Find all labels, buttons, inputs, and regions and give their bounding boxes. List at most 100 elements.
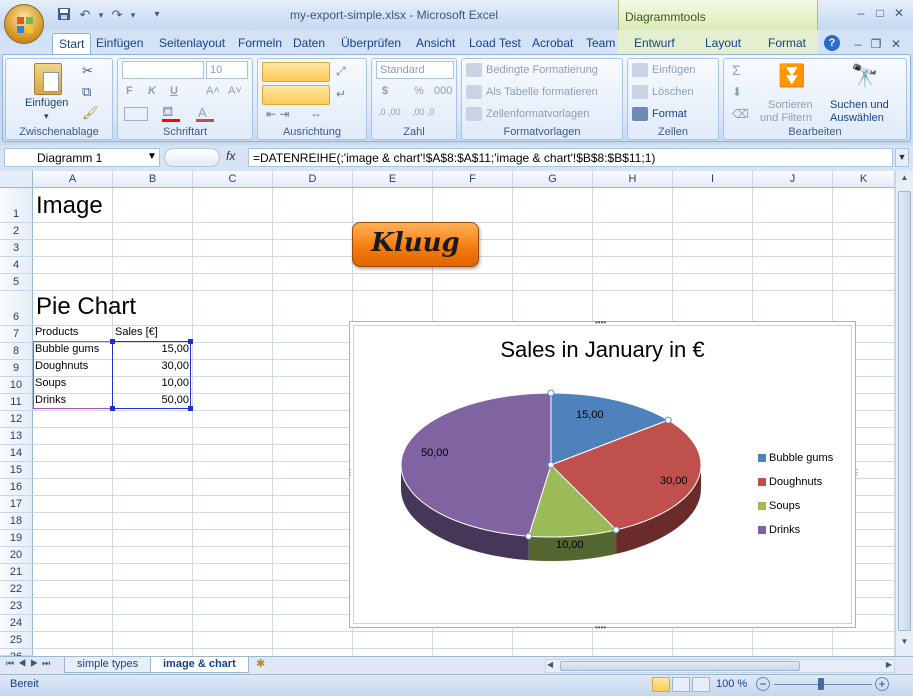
font-color-icon[interactable]: A	[198, 105, 207, 120]
doc-minimize-icon[interactable]: –	[850, 37, 866, 51]
row-header-25[interactable]: 25	[0, 632, 33, 649]
align-top-buttons[interactable]	[262, 62, 330, 82]
sort-filter-label-2[interactable]: und Filtern	[760, 112, 812, 124]
customize-toolbar-icon[interactable]: ▾	[148, 7, 166, 23]
decrease-decimal-icon[interactable]: ,00 ,0	[412, 107, 435, 117]
chart-resize-handle-bottom[interactable]: ••••	[595, 623, 606, 632]
row-header-2[interactable]: 2	[0, 223, 33, 240]
row-header-22[interactable]: 22	[0, 581, 33, 598]
save-icon[interactable]	[55, 7, 73, 23]
align-horizontal-buttons[interactable]	[262, 85, 330, 105]
shrink-font-icon[interactable]: A˅	[228, 85, 242, 97]
normal-view-icon[interactable]	[652, 677, 670, 692]
close-icon[interactable]: ✕	[891, 6, 907, 20]
row-header-18[interactable]: 18	[0, 513, 33, 530]
help-icon[interactable]: ?	[824, 35, 840, 51]
sheet-tab-image-chart[interactable]: image & chart	[150, 657, 249, 673]
row-header-1[interactable]: 1	[0, 188, 33, 223]
increase-decimal-icon[interactable]: ,0 ,00	[378, 107, 401, 117]
row-header-3[interactable]: 3	[0, 240, 33, 257]
row-header-11[interactable]: 11	[0, 394, 33, 411]
find-select-label-1[interactable]: Suchen und	[830, 99, 889, 111]
doc-restore-icon[interactable]: ❐	[868, 37, 884, 51]
cell-b7[interactable]: Sales [€]	[115, 326, 158, 338]
tab-start[interactable]: Start	[52, 33, 92, 54]
sheet-nav-icons[interactable]: ⏮◀▶⏭	[6, 658, 54, 669]
page-break-view-icon[interactable]	[692, 677, 710, 692]
column-header-e[interactable]: E	[353, 171, 433, 188]
range-handle[interactable]	[110, 406, 115, 411]
wrap-text-icon[interactable]: ↵	[336, 87, 346, 101]
name-box[interactable]: Diagramm 1	[4, 148, 160, 167]
find-select-label-2[interactable]: Auswählen	[830, 112, 884, 124]
format-cells-button[interactable]: Format	[652, 108, 687, 120]
font-name-field[interactable]	[122, 61, 204, 79]
row-header-17[interactable]: 17	[0, 496, 33, 513]
fx-icon[interactable]: fx	[226, 149, 235, 163]
tab-format[interactable]: Format	[762, 33, 812, 54]
range-handle[interactable]	[188, 406, 193, 411]
tab-team[interactable]: Team	[580, 33, 621, 54]
orientation-icon[interactable]: ⤢	[336, 64, 346, 79]
scroll-up-icon[interactable]: ▲	[898, 173, 911, 187]
thousands-icon[interactable]: 000	[434, 85, 452, 97]
merge-icon[interactable]: ⇔	[310, 107, 322, 121]
row-header-16[interactable]: 16	[0, 479, 33, 496]
insert-sheet-icon[interactable]: ✱	[256, 657, 265, 670]
row-header-15[interactable]: 15	[0, 462, 33, 479]
series-selection-handle[interactable]	[547, 461, 555, 469]
row-header-26[interactable]: 26	[0, 649, 33, 663]
row-header-10[interactable]: 10	[0, 377, 33, 394]
row-header-20[interactable]: 20	[0, 547, 33, 564]
cut-icon[interactable]: ✂	[82, 63, 93, 79]
paste-icon[interactable]	[34, 63, 62, 95]
column-header-h[interactable]: H	[593, 171, 673, 188]
tab-acrobat[interactable]: Acrobat	[526, 33, 579, 54]
row-header-24[interactable]: 24	[0, 615, 33, 632]
currency-icon[interactable]: $	[382, 85, 388, 97]
row-header-23[interactable]: 23	[0, 598, 33, 615]
tab-entwurf[interactable]: Entwurf	[628, 33, 681, 54]
copy-icon[interactable]: ⧉	[82, 84, 91, 100]
kluug-logo-image[interactable]: Kluug	[352, 222, 479, 267]
clear-icon[interactable]: ⌫	[732, 107, 749, 121]
tab-load-test[interactable]: Load Test	[463, 33, 527, 54]
scroll-down-icon[interactable]: ▼	[898, 637, 911, 651]
row-header-21[interactable]: 21	[0, 564, 33, 581]
column-header-f[interactable]: F	[433, 171, 513, 188]
cell-styles-button[interactable]: Zellenformatvorlagen	[486, 108, 589, 120]
tab-ueberpruefen[interactable]: Überprüfen	[335, 33, 407, 54]
scroll-left-icon[interactable]: ◀	[547, 660, 553, 669]
column-header-b[interactable]: B	[113, 171, 193, 188]
column-header-g[interactable]: G	[513, 171, 593, 188]
percent-icon[interactable]: %	[414, 85, 424, 97]
row-header-4[interactable]: 4	[0, 257, 33, 274]
row-header-14[interactable]: 14	[0, 445, 33, 462]
format-as-table-button[interactable]: Als Tabelle formatieren	[486, 86, 598, 98]
format-painter-icon[interactable]: 🖌	[82, 105, 99, 121]
doc-close-icon[interactable]: ✕	[888, 37, 904, 51]
zoom-level[interactable]: 100 %	[716, 678, 747, 690]
series-selection-handle[interactable]	[547, 389, 555, 397]
column-header-j[interactable]: J	[753, 171, 833, 188]
horizontal-scrollbar[interactable]: ◀ ▶	[545, 659, 895, 673]
insert-cells-button[interactable]: Einfügen	[652, 64, 695, 76]
column-header-i[interactable]: I	[673, 171, 753, 188]
paste-dropdown-icon[interactable]: ▾	[44, 111, 49, 122]
series-selection-handle[interactable]	[664, 416, 672, 424]
cell-a7[interactable]: Products	[35, 326, 78, 338]
paste-button-label[interactable]: Einfügen	[25, 97, 68, 109]
row-header-8[interactable]: 8	[0, 343, 33, 360]
tab-seitenlayout[interactable]: Seitenlayout	[153, 33, 231, 54]
cell-a6[interactable]: Pie Chart	[36, 293, 136, 321]
series-selection-handle[interactable]	[612, 526, 620, 534]
horizontal-scroll-thumb[interactable]	[560, 661, 800, 671]
office-button[interactable]	[4, 4, 44, 44]
minimize-icon[interactable]: –	[853, 6, 869, 20]
row-header-19[interactable]: 19	[0, 530, 33, 547]
column-header-k[interactable]: K	[833, 171, 895, 188]
vertical-scroll-thumb[interactable]	[898, 191, 911, 631]
cell-a1[interactable]: Image	[36, 192, 103, 220]
name-box-dropdown-icon[interactable]: ▼	[147, 151, 157, 162]
tab-ansicht[interactable]: Ansicht	[410, 33, 461, 54]
